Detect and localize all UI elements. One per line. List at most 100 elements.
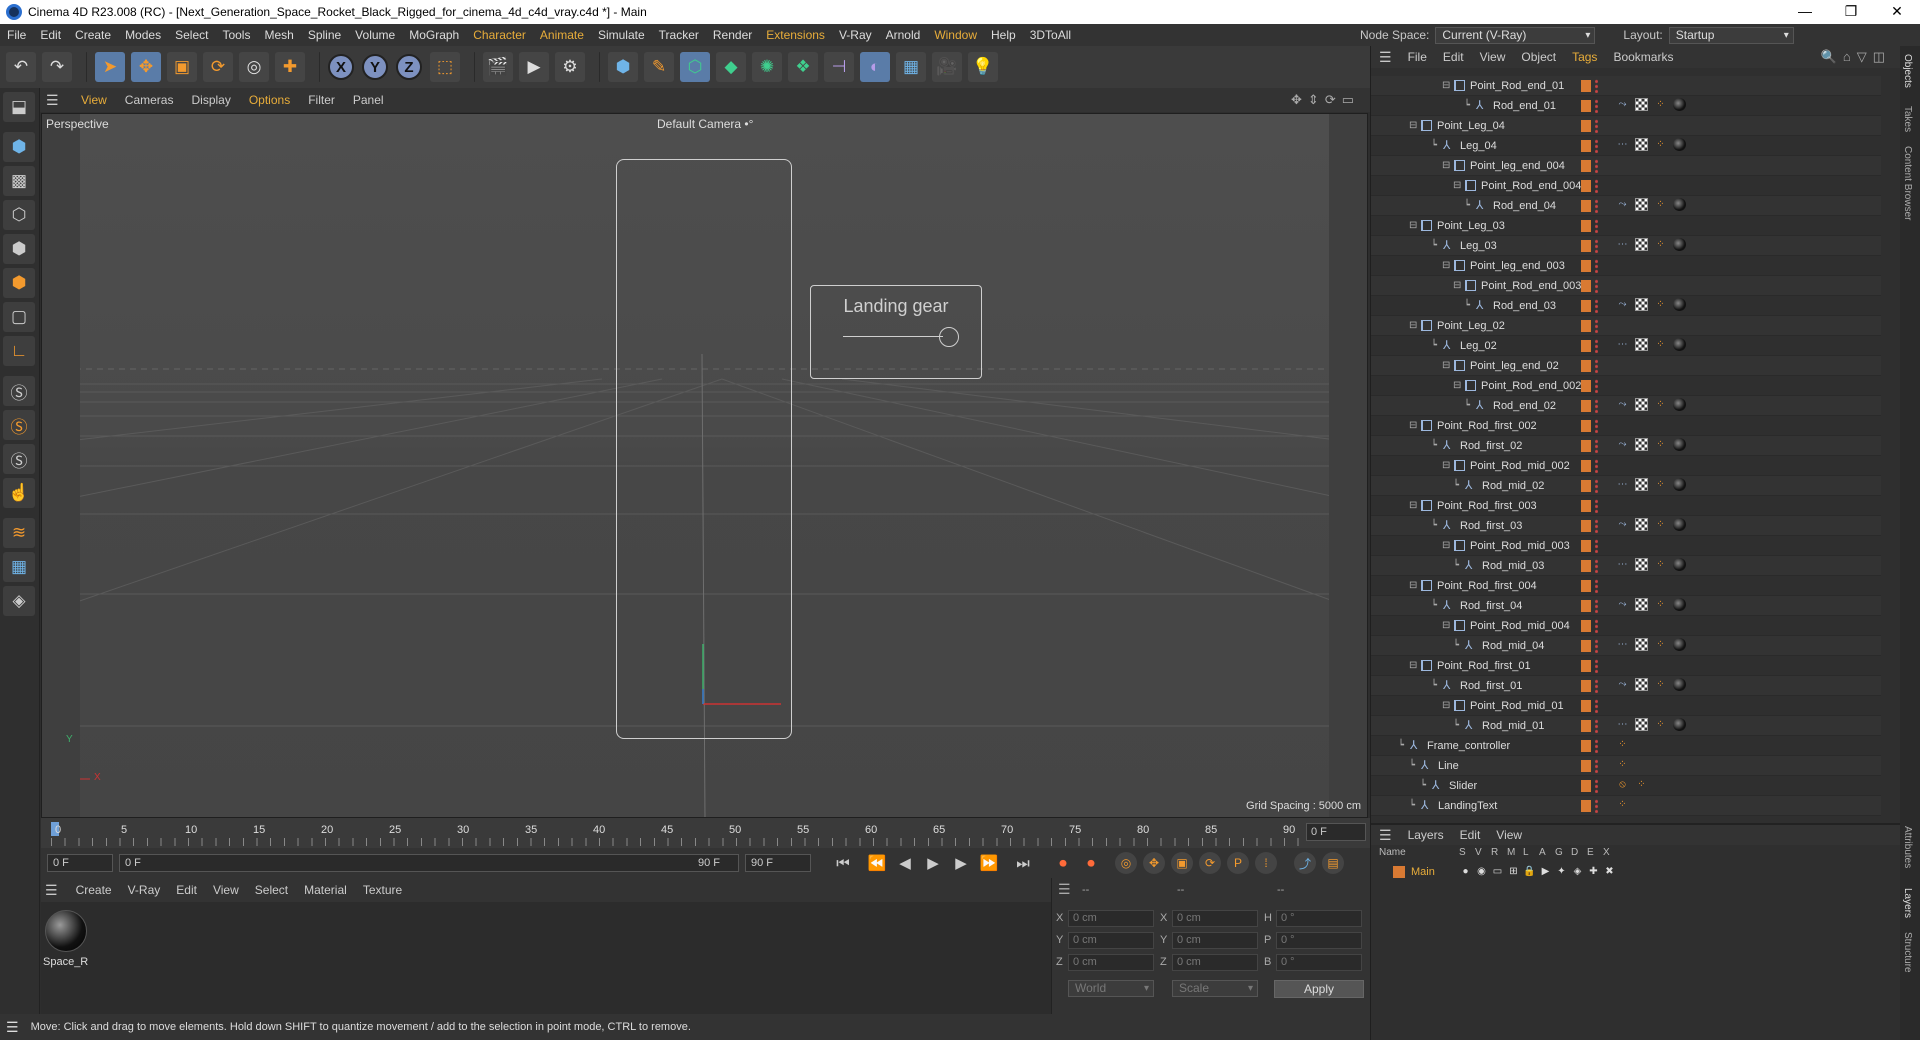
texture-tag-icon[interactable] (1635, 398, 1648, 411)
material-menu-vray[interactable]: V-Ray (120, 883, 169, 897)
object-row[interactable]: ⊟ Point_Rod_end_002 (1371, 376, 1881, 396)
expand-toggle-icon[interactable]: ⊟ (1442, 540, 1454, 551)
material-tag-icon[interactable] (1673, 558, 1686, 571)
constraint-tag-icon[interactable]: ⁘ (1654, 438, 1667, 451)
object-name[interactable]: Point_Leg_04 (1437, 120, 1505, 132)
object-name[interactable]: Point_leg_end_02 (1470, 360, 1559, 372)
visibility-dots-icon[interactable] (1595, 499, 1598, 513)
visibility-dots-icon[interactable] (1595, 539, 1598, 553)
expand-toggle-icon[interactable]: ⊟ (1442, 80, 1454, 91)
object-name[interactable]: Leg_04 (1460, 140, 1497, 152)
constraint-tag-icon[interactable]: ⁘ (1654, 638, 1667, 651)
layer-color-icon[interactable] (1581, 700, 1591, 712)
expand-toggle-icon[interactable]: ┕ (1453, 640, 1465, 651)
ik-tag-icon[interactable]: ⤳ (1616, 678, 1629, 691)
material-tag-icon[interactable] (1673, 718, 1686, 731)
object-row[interactable]: ┕ ⅄ Rod_first_03 ⤳ ⁘ (1371, 516, 1881, 536)
size-z-field[interactable]: 0 cm (1172, 954, 1258, 971)
viewport-menu-display[interactable]: Display (182, 93, 239, 107)
layout-dropdown[interactable]: Startup (1668, 26, 1794, 44)
object-manager-tool-icons[interactable]: 🔍⌂▽◫ (1821, 49, 1891, 65)
go-to-end-icon[interactable]: ⏭ (1011, 851, 1035, 875)
scale-tool-icon[interactable]: ▣ (167, 52, 197, 82)
material-menu-edit[interactable]: Edit (168, 883, 205, 897)
expand-toggle-icon[interactable]: ⊟ (1442, 700, 1454, 711)
layer-color-icon[interactable] (1581, 580, 1591, 592)
material-tag-icon[interactable] (1673, 198, 1686, 211)
position-y-field[interactable]: 0 cm (1068, 932, 1154, 949)
snap-icon[interactable]: Ⓢ (3, 376, 35, 406)
material-menu-material[interactable]: Material (296, 883, 355, 897)
layer-color-icon[interactable] (1581, 720, 1591, 732)
weight-tag-icon[interactable]: ⋯ (1616, 718, 1629, 731)
constraint-tag-icon[interactable]: ⁘ (1635, 778, 1648, 791)
visibility-dots-icon[interactable] (1595, 139, 1598, 153)
locked-workplane-icon[interactable]: ◈ (3, 586, 35, 616)
camera-icon[interactable]: 🎥 (932, 52, 962, 82)
layer-color-icon[interactable] (1581, 420, 1591, 432)
object-row[interactable]: ┕ ⅄ Rod_mid_03 ⋯ ⁘ (1371, 556, 1881, 576)
material-tag-icon[interactable] (1673, 678, 1686, 691)
material-menu-view[interactable]: View (205, 883, 247, 897)
layer-row-main[interactable]: Main ● ◉ ▭ ⊞ 🔒 ▶ ✦ ◈ ✚ ✖ (1371, 863, 1901, 881)
visibility-dots-icon[interactable] (1595, 179, 1598, 193)
object-menu-bookmarks[interactable]: Bookmarks (1605, 50, 1681, 64)
object-row[interactable]: ┕ ⅄ Rod_first_04 ⤳ ⁘ (1371, 596, 1881, 616)
menu-3dtoall[interactable]: 3DToAll (1023, 24, 1078, 46)
constraint-tag-icon[interactable]: ⁘ (1654, 678, 1667, 691)
object-row[interactable]: ┕ ⅄ Rod_end_04 ⤳ ⁘ (1371, 196, 1881, 216)
next-key-icon[interactable]: ⏩ (977, 851, 1001, 875)
menu-window[interactable]: Window (927, 24, 984, 46)
layer-color-icon[interactable] (1581, 260, 1591, 272)
viewport-menu-cameras[interactable]: Cameras (116, 93, 183, 107)
object-name[interactable]: Point_Rod_mid_01 (1470, 700, 1564, 712)
layer-color-icon[interactable] (1581, 600, 1591, 612)
weight-tag-icon[interactable]: ⋯ (1616, 238, 1629, 251)
layer-animation-icon[interactable]: ▶ (1539, 866, 1552, 878)
layer-color-icon[interactable] (1581, 780, 1591, 792)
object-row[interactable]: ┕ ⅄ Rod_mid_02 ⋯ ⁘ (1371, 476, 1881, 496)
visibility-dots-icon[interactable] (1595, 339, 1598, 353)
visibility-dots-icon[interactable] (1595, 679, 1598, 693)
layer-expressions-icon[interactable]: ✚ (1587, 866, 1600, 878)
interpolation-icon[interactable]: ⤴ (1294, 852, 1316, 874)
visibility-dots-icon[interactable] (1595, 519, 1598, 533)
expand-toggle-icon[interactable]: ⊟ (1409, 660, 1421, 671)
material-preview-thumbnail[interactable] (45, 910, 87, 952)
expand-toggle-icon[interactable]: ⊟ (1409, 320, 1421, 331)
pen-spline-icon[interactable]: ✎ (644, 52, 674, 82)
menu-tracker[interactable]: Tracker (652, 24, 706, 46)
layer-color-icon[interactable] (1581, 640, 1591, 652)
material-tag-icon[interactable] (1673, 638, 1686, 651)
object-name[interactable]: Rod_mid_04 (1482, 640, 1544, 652)
object-name[interactable]: Line (1438, 760, 1459, 772)
texture-tag-icon[interactable] (1635, 638, 1648, 651)
uv-mode-icon[interactable]: ▢ (3, 302, 35, 332)
layer-color-icon[interactable] (1581, 360, 1591, 372)
layer-name[interactable]: Main (1411, 866, 1459, 878)
cube-icon[interactable]: ⬢ (608, 52, 638, 82)
menu-simulate[interactable]: Simulate (591, 24, 652, 46)
object-row[interactable]: ⊟ Point_leg_end_003 (1371, 256, 1881, 276)
object-name[interactable]: Rod_mid_03 (1482, 560, 1544, 572)
object-row[interactable]: ⊟ Point_Rod_first_003 (1371, 496, 1881, 516)
expand-toggle-icon[interactable]: ⊟ (1409, 420, 1421, 431)
object-name[interactable]: Point_leg_end_003 (1470, 260, 1565, 272)
material-menu-select[interactable]: Select (247, 883, 296, 897)
object-name[interactable]: Leg_03 (1460, 240, 1497, 252)
ik-tag-icon[interactable]: ⤳ (1616, 598, 1629, 611)
texture-tag-icon[interactable] (1635, 478, 1648, 491)
coordinate-system-icon[interactable]: ⬚ (430, 52, 460, 82)
viewport-menu-panel[interactable]: Panel (344, 93, 393, 107)
layer-color-icon[interactable] (1581, 120, 1591, 132)
object-row[interactable]: ⊟ Point_leg_end_004 (1371, 156, 1881, 176)
ik-tag-icon[interactable]: ⤳ (1616, 298, 1629, 311)
visibility-dots-icon[interactable] (1595, 799, 1598, 813)
material-tag-icon[interactable] (1673, 438, 1686, 451)
ik-tag-icon[interactable]: ⤳ (1616, 398, 1629, 411)
menu-file[interactable]: File (0, 24, 33, 46)
layer-color-icon[interactable] (1581, 220, 1591, 232)
apply-button[interactable]: Apply (1274, 980, 1364, 998)
menu-mograph[interactable]: MoGraph (402, 24, 466, 46)
texture-mode-icon[interactable]: ▩ (3, 166, 35, 196)
